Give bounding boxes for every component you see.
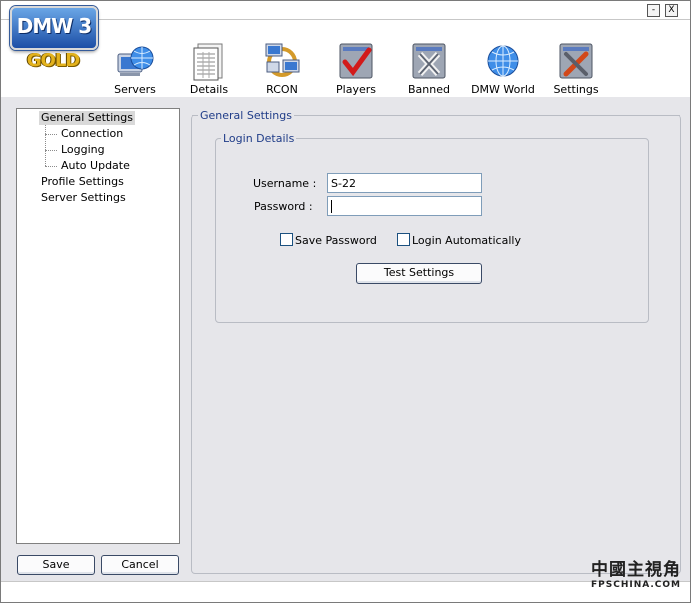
text-cursor — [331, 200, 332, 213]
toolbar-settings-label: Settings — [553, 83, 599, 96]
tree-item-server-settings[interactable]: Server Settings — [39, 191, 128, 205]
settings-tree: General Settings Connection Logging Auto… — [16, 108, 180, 544]
details-document-icon — [193, 43, 223, 81]
minimize-button[interactable]: - — [647, 4, 660, 17]
login-automatically-checkbox[interactable] — [397, 233, 410, 246]
toolbar-players[interactable]: Players — [319, 40, 393, 96]
tree-connector — [45, 150, 57, 151]
login-group-title: Login Details — [221, 132, 297, 145]
watermark-url: FPSCHINA.COM — [590, 580, 681, 590]
settings-tools-icon — [559, 43, 593, 79]
toolbar-servers[interactable]: Servers — [98, 40, 172, 96]
login-automatically-label[interactable]: Login Automatically — [412, 234, 521, 247]
dmw-world-globe-icon — [487, 45, 519, 77]
tree-item-general-settings[interactable]: General Settings — [39, 111, 135, 125]
toolbar-servers-label: Servers — [114, 83, 156, 96]
app-logo: DMW 3 — [10, 6, 98, 50]
password-field[interactable] — [327, 196, 482, 216]
toolbar-banned-label: Banned — [408, 83, 450, 96]
tree-item-connection[interactable]: Connection — [59, 127, 125, 141]
title-bar: - X — [1, 1, 690, 20]
toolbar-rcon-label: RCON — [266, 83, 298, 96]
rcon-network-icon — [265, 43, 300, 77]
test-settings-button[interactable]: Test Settings — [356, 263, 482, 284]
watermark: 中國主視角 FPSCHINA.COM — [586, 560, 686, 591]
toolbar-players-label: Players — [336, 83, 376, 96]
save-password-checkbox[interactable] — [280, 233, 293, 246]
username-field[interactable]: S-22 — [327, 173, 482, 193]
players-checkmark-icon — [339, 43, 373, 79]
banned-x-icon — [412, 43, 446, 79]
toolbar-dmw-world-label: DMW World — [471, 83, 535, 96]
toolbar-details-label: Details — [189, 83, 229, 96]
toolbar-dmw-world[interactable]: DMW World — [466, 40, 540, 96]
servers-globe-icon — [117, 46, 154, 76]
toolbar-rcon[interactable]: RCON — [245, 40, 319, 96]
password-label: Password : — [254, 200, 313, 213]
save-button[interactable]: Save — [17, 555, 95, 575]
tree-connector — [45, 134, 57, 135]
tree-item-auto-update[interactable]: Auto Update — [59, 159, 132, 173]
username-label: Username : — [253, 177, 317, 190]
tree-item-logging[interactable]: Logging — [59, 143, 107, 157]
watermark-title: 中國主視角 — [591, 560, 681, 580]
close-button[interactable]: X — [665, 4, 678, 17]
toolbar-banned[interactable]: Banned — [392, 40, 466, 96]
login-details-group — [215, 138, 649, 323]
toolbar-settings[interactable]: Settings — [539, 40, 613, 96]
tree-item-profile-settings[interactable]: Profile Settings — [39, 175, 126, 189]
logo-title: DMW 3 — [16, 14, 92, 38]
tree-connector — [45, 166, 57, 167]
section-title: General Settings — [198, 109, 294, 122]
save-password-label[interactable]: Save Password — [295, 234, 377, 247]
tree-connector — [45, 125, 46, 166]
logo-edition: GOLD — [26, 50, 81, 71]
cancel-button[interactable]: Cancel — [101, 555, 179, 575]
toolbar-details[interactable]: Details — [172, 40, 246, 96]
